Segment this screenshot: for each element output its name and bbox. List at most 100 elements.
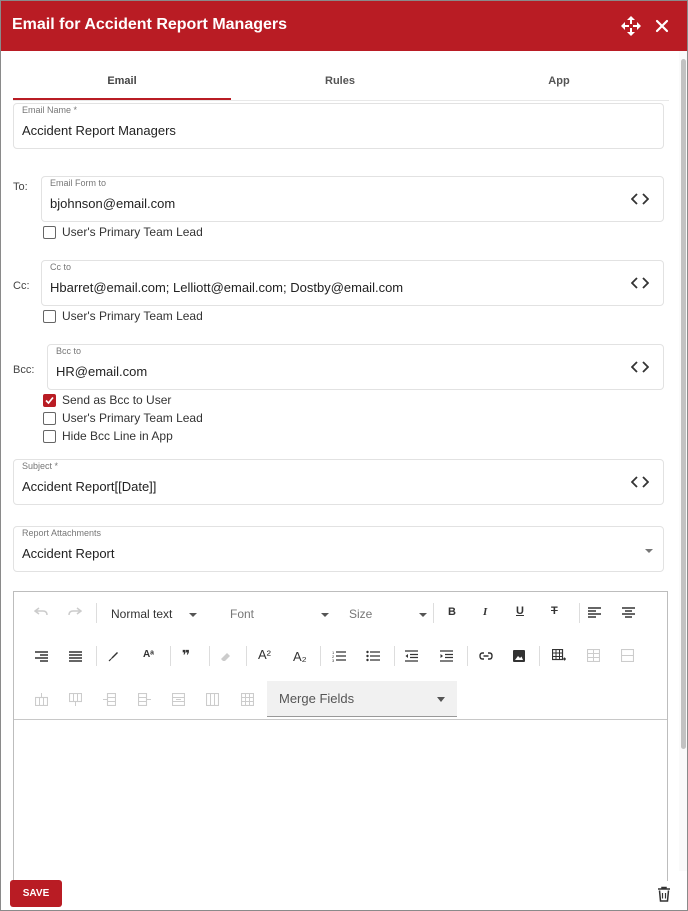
subscript-button[interactable]: A₂ (293, 649, 307, 664)
merge-fields-label: Merge Fields (279, 691, 355, 706)
bcc-field-value: HR@email.com (56, 364, 148, 379)
vertical-scrollbar[interactable] (679, 51, 687, 871)
scrollbar-thumb[interactable] (681, 59, 686, 749)
subject-field[interactable]: Subject * Accident Report[[Date]] (13, 459, 664, 505)
email-name-field[interactable]: Email Name * Accident Report Managers (13, 103, 664, 149)
table-cell-icon[interactable] (587, 649, 600, 662)
cc-row-label: Cc: (13, 280, 30, 292)
ordered-list-icon[interactable]: 123 (332, 650, 346, 662)
font-effects-button[interactable]: Aᵃ (143, 649, 154, 660)
checkbox-label: User's Primary Team Lead (62, 225, 203, 239)
table-row-icon[interactable] (621, 649, 634, 662)
font-size-value: Size (349, 607, 373, 621)
editor-body[interactable] (14, 721, 667, 881)
checkbox-box[interactable] (43, 394, 56, 407)
chevron-down-icon (320, 612, 329, 617)
toolbar-separator (96, 603, 97, 623)
text-color-icon[interactable] (108, 650, 120, 662)
image-icon[interactable] (513, 650, 525, 662)
save-button[interactable]: SAVE (10, 880, 62, 907)
subject-value: Accident Report[[Date]] (22, 479, 157, 494)
toolbar-separator (209, 646, 210, 666)
insert-column-left-icon[interactable] (103, 693, 116, 706)
cc-field-value: Hbarret@email.com; Lelliott@email.com; D… (50, 280, 404, 295)
delete-table-icon[interactable] (241, 693, 254, 706)
bcc-field[interactable]: Bcc to HR@email.com (47, 344, 664, 390)
bcc-field-label: Bcc to (56, 346, 82, 356)
chevron-down-icon (437, 697, 445, 702)
italic-button[interactable]: I (483, 606, 487, 618)
svg-text:3: 3 (332, 658, 335, 662)
report-attachments-select[interactable]: Report Attachments Accident Report (13, 526, 664, 572)
checkbox-box[interactable] (43, 226, 56, 239)
checkbox-label: User's Primary Team Lead (62, 309, 203, 323)
email-dialog: Email for Accident Report Managers Email… (0, 0, 688, 911)
tab-bar: Email Rules App (13, 63, 669, 101)
blockquote-button[interactable]: ❞ (182, 647, 190, 664)
code-icon[interactable] (631, 475, 649, 489)
tab-rules[interactable]: Rules (231, 63, 449, 100)
align-right-icon[interactable] (35, 651, 48, 662)
toolbar-separator (433, 603, 434, 623)
delete-column-icon[interactable] (206, 693, 219, 706)
align-left-icon[interactable] (588, 607, 601, 618)
font-family-value: Font (230, 607, 255, 621)
outdent-icon[interactable] (405, 650, 418, 662)
paragraph-format-value: Normal text (111, 607, 173, 621)
insert-column-right-icon[interactable] (138, 693, 151, 706)
toolbar-separator (539, 646, 540, 666)
redo-icon[interactable] (68, 606, 82, 618)
trash-icon[interactable] (655, 885, 673, 903)
checkbox-box[interactable] (43, 310, 56, 323)
check-icon (45, 396, 54, 405)
tab-app[interactable]: App (450, 63, 668, 100)
insert-row-below-icon[interactable] (69, 693, 82, 706)
bold-button[interactable]: B (448, 606, 456, 618)
insert-row-above-icon[interactable] (35, 693, 48, 706)
unordered-list-icon[interactable] (366, 650, 380, 662)
move-icon[interactable] (620, 15, 642, 37)
email-name-value: Accident Report Managers (22, 123, 176, 138)
indent-icon[interactable] (440, 650, 453, 662)
toolbar-separator (96, 646, 97, 666)
editor-toolbar: Normal text Font Size B I U T Aᵃ ❞ A² A₂… (14, 592, 667, 720)
toolbar-separator (394, 646, 395, 666)
checkbox-label: Send as Bcc to User (62, 393, 172, 407)
font-size-select[interactable]: Size (349, 607, 428, 621)
toolbar-separator (320, 646, 321, 666)
bcc-row-label: Bcc: (13, 364, 35, 376)
to-field[interactable]: Email Form to bjohnson@email.com (41, 176, 664, 222)
align-center-icon[interactable] (622, 607, 635, 618)
close-icon[interactable] (651, 15, 673, 37)
chevron-down-icon (189, 612, 198, 617)
strikethrough-button[interactable]: T (551, 605, 558, 617)
checkbox-label: Hide Bcc Line in App (62, 429, 173, 443)
email-name-label: Email Name * (22, 105, 78, 115)
toolbar-separator (170, 646, 171, 666)
subject-label: Subject * (22, 461, 59, 471)
dialog-header: Email for Accident Report Managers (1, 1, 687, 51)
code-icon[interactable] (631, 360, 649, 374)
code-icon[interactable] (631, 276, 649, 290)
code-icon[interactable] (631, 192, 649, 206)
link-icon[interactable] (479, 652, 493, 660)
report-attachments-label: Report Attachments (22, 528, 102, 538)
underline-button[interactable]: U (516, 605, 524, 617)
cc-field[interactable]: Cc to Hbarret@email.com; Lelliott@email.… (41, 260, 664, 306)
undo-icon[interactable] (34, 606, 48, 618)
align-justify-icon[interactable] (69, 651, 82, 662)
tab-email[interactable]: Email (13, 63, 231, 100)
font-family-select[interactable]: Font (230, 607, 329, 621)
checkbox-label: User's Primary Team Lead (62, 411, 203, 425)
to-field-label: Email Form to (50, 178, 107, 188)
checkbox-box[interactable] (43, 430, 56, 443)
merge-fields-select[interactable]: Merge Fields (267, 681, 457, 717)
clear-formatting-icon[interactable] (220, 650, 232, 662)
toolbar-separator (579, 603, 580, 623)
delete-row-icon[interactable] (172, 693, 185, 706)
insert-table-icon[interactable] (552, 649, 566, 662)
superscript-button[interactable]: A² (258, 647, 271, 662)
checkbox-box[interactable] (43, 412, 56, 425)
paragraph-format-select[interactable]: Normal text (111, 607, 198, 621)
chevron-down-icon[interactable] (645, 549, 653, 553)
